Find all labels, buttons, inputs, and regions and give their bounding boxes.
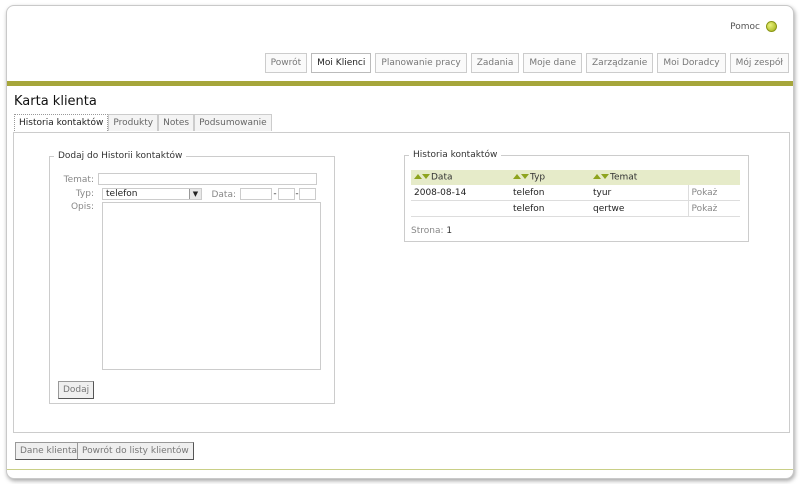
opis-textarea[interactable] — [102, 202, 321, 370]
pokaz-link[interactable]: Pokaż — [687, 200, 740, 217]
temat-label: Temat: — [63, 175, 94, 185]
add-contact-legend: Dodaj do Historii kontaktów — [58, 151, 183, 161]
nav-item-planowanie-pracy[interactable]: Planowanie pracy — [375, 53, 467, 73]
nav-item-moi-doradcy[interactable]: Moi Doradcy — [657, 53, 726, 73]
tab-bar: Historia kontaktów Produkty Notes Podsum… — [14, 114, 272, 131]
column-header-temat[interactable]: Temat — [590, 170, 688, 185]
nav-item-zarzadzanie[interactable]: Zarządzanie — [586, 53, 654, 73]
main-nav: Powrót Moi Klienci Planowanie pracy Zada… — [264, 53, 789, 73]
nav-item-moi-klienci[interactable]: Moi Klienci — [311, 53, 372, 73]
accent-bar — [7, 81, 793, 86]
nav-item-moj-zespol[interactable]: Mój zespół — [729, 53, 789, 73]
column-header-typ[interactable]: Typ — [510, 170, 590, 185]
table-row: 2008-08-14 telefon tyur Pokaż — [411, 185, 740, 201]
tab-notes[interactable]: Notes — [158, 114, 195, 131]
powrot-do-listy-button[interactable]: Powrót do listy klientów — [77, 442, 194, 460]
cell-data — [411, 200, 510, 217]
date-year-input[interactable] — [240, 188, 272, 200]
contact-history-legend: Historia kontaktów — [413, 150, 498, 160]
temat-input[interactable] — [98, 173, 317, 185]
dane-klienta-button[interactable]: Dane klienta — [15, 442, 83, 460]
date-month-input[interactable] — [278, 188, 295, 200]
typ-select[interactable]: telefon ▼ — [102, 188, 202, 200]
contact-history-table: Data Typ Temat 2008-08-14 telefon tyur P… — [411, 170, 740, 217]
help-link[interactable]: Pomoc — [730, 21, 777, 32]
tab-produkty[interactable]: Produkty — [108, 114, 159, 131]
nav-item-zadania[interactable]: Zadania — [470, 53, 520, 73]
help-icon[interactable] — [766, 21, 777, 32]
add-contact-form: Dodaj do Historii kontaktów Temat: Typ: … — [49, 151, 335, 404]
table-row: telefon qertwe Pokaż — [411, 200, 740, 217]
nav-item-powrot[interactable]: Powrót — [264, 53, 308, 73]
help-label[interactable]: Pomoc — [730, 22, 760, 32]
data-label: Data: — [211, 190, 236, 200]
page-title: Karta klienta — [14, 94, 97, 109]
contact-history-panel: Historia kontaktów Data Typ Temat 2008-0… — [404, 150, 749, 242]
date-day-input[interactable] — [299, 188, 316, 200]
cell-typ: telefon — [510, 200, 590, 217]
typ-label: Typ: — [75, 189, 94, 199]
typ-select-value: telefon — [106, 189, 138, 199]
cell-temat: tyur — [590, 185, 688, 201]
sort-arrows-icon[interactable] — [513, 172, 529, 182]
tab-content: Dodaj do Historii kontaktów Temat: Typ: … — [13, 132, 790, 433]
pokaz-link[interactable]: Pokaż — [687, 185, 740, 201]
nav-item-moje-dane[interactable]: Moje dane — [523, 53, 583, 73]
footer-divider — [7, 469, 793, 470]
cell-data: 2008-08-14 — [411, 185, 510, 201]
opis-label: Opis: — [70, 202, 94, 212]
column-header-action — [688, 170, 740, 185]
pager-label: Strona: — [411, 226, 444, 236]
app-window: Pomoc Powrót Moi Klienci Planowanie prac… — [6, 5, 794, 479]
cell-typ: telefon — [510, 185, 590, 201]
pager: Strona: 1 — [411, 226, 452, 236]
dodaj-button[interactable]: Dodaj — [58, 381, 95, 399]
sort-arrows-icon[interactable] — [593, 172, 609, 182]
chevron-down-icon[interactable]: ▼ — [189, 189, 201, 199]
cell-temat: qertwe — [590, 200, 688, 217]
tab-historia-kontaktow[interactable]: Historia kontaktów — [14, 114, 109, 131]
column-header-data[interactable]: Data — [411, 170, 510, 185]
pager-page-number[interactable]: 1 — [446, 226, 452, 236]
sort-arrows-icon[interactable] — [414, 172, 430, 182]
tab-podsumowanie[interactable]: Podsumowanie — [194, 114, 272, 131]
